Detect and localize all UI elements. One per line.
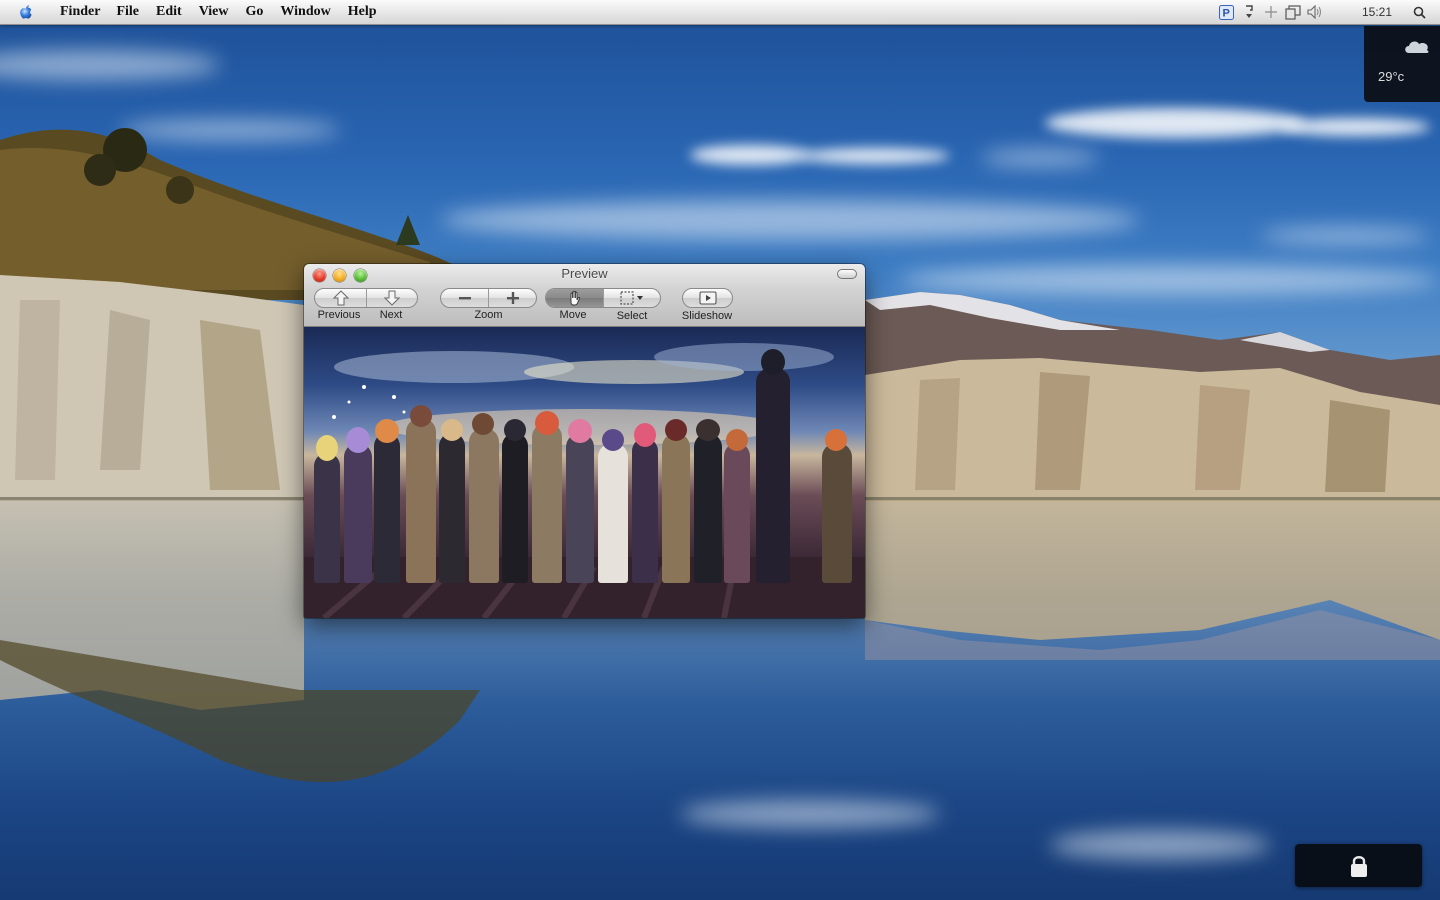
sync-icon[interactable] (1240, 3, 1258, 21)
character-figure (602, 429, 624, 451)
marquee-select-icon (620, 291, 643, 305)
character-figure (472, 413, 494, 435)
previous-next-control (314, 288, 418, 308)
plus-icon (506, 292, 519, 304)
preview-window: Preview Previous Next Zoom Move Select S… (304, 264, 865, 618)
next-label: Next (379, 309, 403, 321)
character-figure (374, 433, 400, 583)
menu-bar: Finder File Edit View Go Window Help P 1… (0, 0, 1440, 25)
tool-control (545, 288, 661, 308)
character-figure (825, 429, 847, 451)
character-figure (694, 433, 722, 583)
hand-icon (570, 290, 580, 306)
slideshow-icon (698, 291, 717, 305)
arrow-down-icon (384, 290, 400, 306)
character-figure (756, 368, 790, 583)
character-figure (822, 443, 852, 583)
character-figure (316, 435, 338, 461)
menu-window[interactable]: Window (280, 4, 330, 20)
window-title: Preview (561, 266, 608, 281)
weather-temperature: 29°c (1378, 69, 1405, 84)
character-figure (535, 411, 559, 435)
weather-widget[interactable]: 29°c (1364, 26, 1440, 102)
next-button[interactable] (366, 289, 417, 307)
menu-help[interactable]: Help (348, 4, 377, 20)
menu-file[interactable]: File (116, 4, 139, 20)
paw-icon[interactable]: P (1218, 3, 1236, 21)
character-figure (696, 419, 720, 441)
character-figure (314, 453, 340, 583)
toolbar-toggle-button[interactable] (837, 269, 857, 279)
character-figure (598, 443, 628, 583)
zoom-control (440, 288, 537, 308)
slideshow-control (682, 288, 733, 308)
character-figure (662, 433, 690, 583)
zoom-label: Zoom (474, 309, 503, 321)
character-figure (566, 433, 594, 583)
bluetooth-icon[interactable] (1262, 3, 1280, 21)
apple-logo-icon[interactable] (18, 4, 34, 20)
menu-view[interactable]: View (199, 4, 229, 20)
menu-edit[interactable]: Edit (156, 4, 182, 20)
character-figure (726, 429, 748, 451)
character-figure (375, 419, 399, 443)
character-figure (532, 423, 562, 583)
image-view[interactable] (304, 327, 865, 618)
character-figure (502, 433, 528, 583)
cloud-icon (1405, 41, 1429, 53)
character-figure (724, 443, 750, 583)
character-figure (346, 427, 370, 453)
move-label: Move (559, 309, 587, 321)
character-figure (761, 349, 785, 375)
zoom-out-button[interactable] (441, 289, 488, 307)
slideshow-label: Slideshow (681, 310, 733, 322)
character-figure (344, 443, 372, 583)
previous-button[interactable] (315, 289, 366, 307)
character-figure (469, 428, 499, 583)
move-tool-button[interactable] (546, 289, 603, 307)
character-figure (441, 419, 463, 441)
slideshow-button[interactable] (683, 289, 732, 307)
menu-finder[interactable]: Finder (60, 4, 100, 20)
character-figure (568, 419, 592, 443)
zoom-in-button[interactable] (488, 289, 536, 307)
menu-clock[interactable]: 15:21 (1362, 5, 1392, 19)
lock-icon (1350, 855, 1367, 877)
select-tool-button[interactable] (603, 289, 660, 307)
lock-widget[interactable] (1295, 844, 1422, 887)
arrow-up-icon (332, 290, 349, 306)
svg-text:P: P (1223, 7, 1230, 19)
spotlight-icon[interactable] (1410, 3, 1428, 21)
character-figure (634, 423, 656, 447)
character-figure (406, 418, 436, 583)
select-label: Select (616, 310, 648, 322)
character-figure (632, 438, 658, 583)
character-figure (439, 433, 465, 583)
previous-label: Previous (317, 309, 361, 321)
minus-icon (458, 297, 471, 300)
menu-extras: P 15:21 (1218, 0, 1440, 24)
window-titlebar[interactable]: Preview Previous Next Zoom Move Select S… (304, 264, 865, 327)
character-figure (410, 405, 432, 427)
display-icon[interactable] (1284, 3, 1302, 21)
character-figure (504, 419, 526, 441)
character-figure (665, 419, 687, 441)
volume-icon[interactable] (1306, 3, 1324, 21)
menu-go[interactable]: Go (246, 4, 264, 20)
